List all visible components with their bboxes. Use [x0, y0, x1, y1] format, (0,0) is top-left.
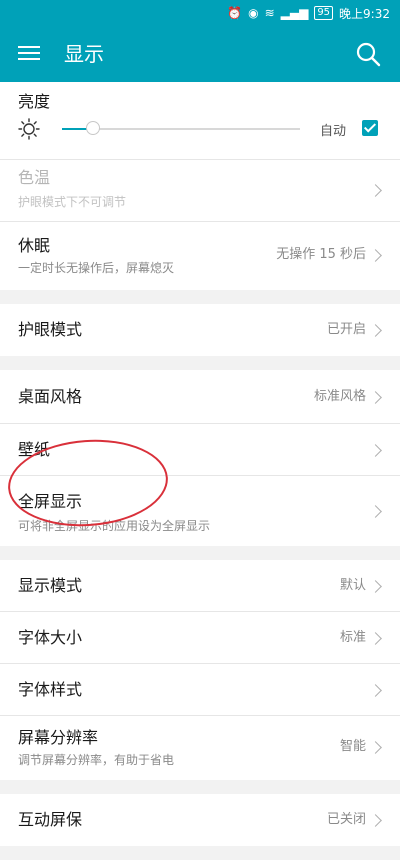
chevron-right-icon [369, 741, 382, 754]
brightness-row: 亮度 自动 [0, 82, 400, 160]
brightness-label: 亮度 [18, 92, 51, 111]
home-style-row[interactable]: 桌面风格 标准风格 [0, 370, 400, 424]
brightness-slider[interactable] [62, 121, 300, 135]
sleep-subtitle: 一定时长无操作后，屏幕熄灭 [18, 261, 175, 275]
screensaver-label: 互动屏保 [18, 810, 83, 829]
chevron-right-icon [369, 505, 382, 518]
chevron-right-icon [369, 632, 382, 645]
chevron-right-icon [369, 684, 382, 697]
status-time: 晚上9:32 [339, 6, 390, 21]
wallpaper-label: 壁纸 [18, 440, 51, 459]
group-eye-care: 护眼模式 已开启 [0, 304, 400, 356]
eye-icon: ◉ [248, 6, 259, 20]
wifi-icon: ≋ [264, 6, 275, 20]
group-home: 桌面风格 标准风格 壁纸 全屏显示 可将非全屏显示的应用设为全屏显示 [0, 370, 400, 546]
signal-icon: ▂▄▆ [280, 6, 309, 20]
chevron-right-icon [369, 580, 382, 593]
fullscreen-subtitle: 可将非全屏显示的应用设为全屏显示 [18, 519, 211, 533]
home-style-label: 桌面风格 [18, 387, 83, 406]
font-style-label: 字体样式 [18, 680, 83, 699]
chevron-right-icon [369, 324, 382, 337]
eye-care-row[interactable]: 护眼模式 已开启 [0, 304, 400, 356]
display-mode-label: 显示模式 [18, 576, 83, 595]
sun-icon [18, 118, 40, 140]
fullscreen-row[interactable]: 全屏显示 可将非全屏显示的应用设为全屏显示 [0, 476, 400, 546]
group-screen: 亮度 自动 色温 护眼模式下不可调节 休眠 一定时长无操作后，屏幕熄灭 无操作 … [0, 82, 400, 290]
status-bar: ⏰ ◉ ≋ ▂▄▆ 95 晚上9:32 [0, 0, 400, 26]
display-mode-value: 默认 [339, 578, 366, 593]
home-style-value: 标准风格 [313, 389, 366, 404]
sleep-value: 无操作 15 秒后 [276, 247, 366, 262]
eye-care-value: 已开启 [326, 322, 366, 337]
resolution-label: 屏幕分辨率 [18, 728, 99, 747]
font-size-value: 标准 [339, 630, 366, 645]
settings-list: 亮度 自动 色温 护眼模式下不可调节 休眠 一定时长无操作后，屏幕熄灭 无操作 … [0, 82, 400, 860]
menu-icon[interactable] [18, 43, 40, 65]
group-display: 显示模式 默认 字体大小 标准 字体样式 屏幕分辨率 调节屏幕分辨率，有助于省电… [0, 560, 400, 780]
color-temp-subtitle: 护眼模式下不可调节 [18, 195, 127, 209]
brightness-slider-handle[interactable] [86, 121, 100, 135]
eye-care-label: 护眼模式 [18, 320, 83, 339]
color-temp-label: 色温 [18, 168, 51, 187]
wallpaper-row[interactable]: 壁纸 [0, 424, 400, 476]
auto-brightness-label: 自动 [319, 124, 346, 139]
resolution-row[interactable]: 屏幕分辨率 调节屏幕分辨率，有助于省电 智能 [0, 716, 400, 780]
sleep-row[interactable]: 休眠 一定时长无操作后，屏幕熄灭 无操作 15 秒后 [0, 222, 400, 290]
chevron-right-icon [369, 391, 382, 404]
screensaver-value: 已关闭 [326, 812, 366, 827]
page-title: 显示 [64, 42, 104, 66]
toolbar: 显示 [0, 26, 400, 82]
display-mode-row[interactable]: 显示模式 默认 [0, 560, 400, 612]
fullscreen-label: 全屏显示 [18, 492, 83, 511]
color-temp-row: 色温 护眼模式下不可调节 [0, 160, 400, 222]
resolution-value: 智能 [339, 739, 366, 754]
font-size-label: 字体大小 [18, 628, 83, 647]
sleep-label: 休眠 [18, 236, 51, 255]
alarm-icon: ⏰ [227, 6, 243, 20]
group-screensaver: 互动屏保 已关闭 [0, 794, 400, 846]
font-size-row[interactable]: 字体大小 标准 [0, 612, 400, 664]
battery-icon: 95 [314, 6, 334, 20]
screensaver-row[interactable]: 互动屏保 已关闭 [0, 794, 400, 846]
search-icon[interactable] [354, 40, 382, 68]
chevron-right-icon [369, 444, 382, 457]
chevron-right-icon [369, 249, 382, 262]
auto-brightness-checkbox[interactable] [362, 120, 378, 136]
chevron-right-icon [369, 184, 382, 197]
resolution-subtitle: 调节屏幕分辨率，有助于省电 [18, 753, 175, 767]
font-style-row[interactable]: 字体样式 [0, 664, 400, 716]
chevron-right-icon [369, 814, 382, 827]
